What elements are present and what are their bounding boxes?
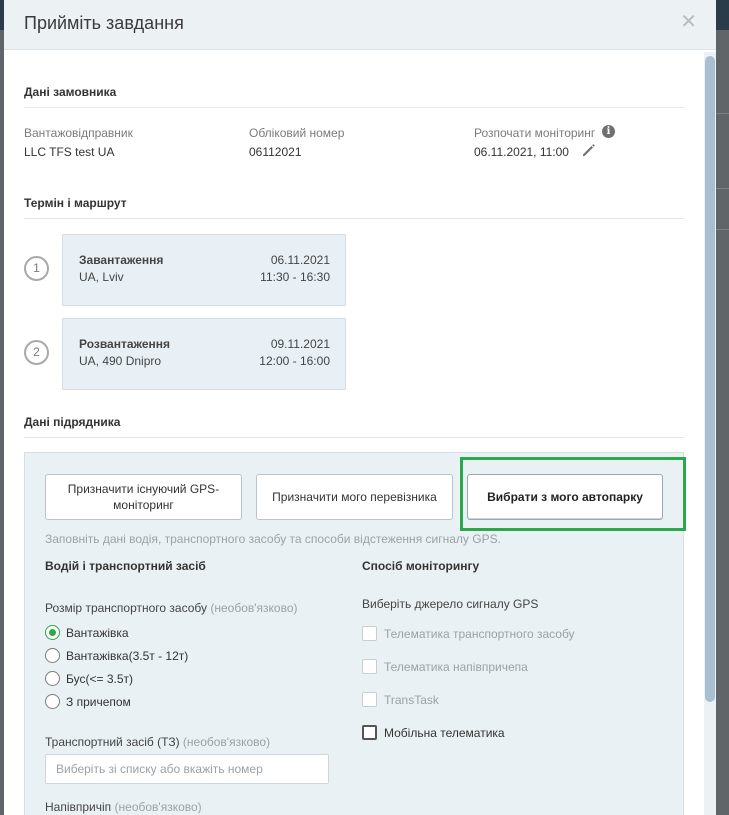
vehicle-input[interactable]	[45, 754, 329, 784]
background-divider	[716, 188, 729, 189]
checkbox-mobile-telematics[interactable]	[362, 725, 377, 740]
shipper-value: LLC TFS test UA	[24, 145, 115, 159]
background-divider	[716, 229, 729, 230]
form-hint: Заповніть дані водія, транспортного засо…	[45, 532, 501, 546]
stop-time: 11:30 - 16:30	[260, 270, 330, 284]
vehicle-label: Транспортний засіб (ТЗ) (необов'язково)	[45, 735, 271, 749]
selection-highlight	[460, 457, 686, 531]
radio-label: З причепом	[66, 695, 131, 709]
radio-truck-medium[interactable]	[45, 648, 60, 663]
stop-title: Завантаження	[79, 253, 164, 267]
step-number: 2	[24, 340, 49, 365]
checkbox-trailer-telematics[interactable]	[362, 659, 377, 674]
start-monitoring-label: Розпочати моніторинг	[474, 126, 596, 140]
stop-place: UA, Lviv	[79, 270, 124, 284]
section-title-contractor: Дані підрядника	[24, 415, 121, 429]
stop-card-loading: Завантаження UA, Lviv 06.11.2021 11:30 -…	[62, 234, 346, 306]
assign-carrier-button[interactable]: Призначити мого перевізника	[256, 474, 453, 520]
radio-label: Вантажівка(3.5т - 12т)	[66, 649, 189, 663]
section-title-route: Термін і маршрут	[24, 196, 127, 210]
trailer-label: Напівпричіп (необов'язково)	[45, 800, 202, 814]
stop-place: UA, 490 Dnipro	[79, 354, 162, 368]
stop-date: 06.11.2021	[270, 253, 330, 267]
modal-header: Прийміть завдання ✕	[4, 0, 716, 50]
gps-source-label: Виберіть джерело сигналу GPS	[362, 597, 539, 611]
checkbox-transtask[interactable]	[362, 692, 377, 707]
stop-date: 09.11.2021	[270, 337, 330, 351]
checkbox-vehicle-telematics[interactable]	[362, 626, 377, 641]
radio-truck[interactable]	[45, 625, 60, 640]
account-number-label: Обліковий номер	[249, 126, 345, 140]
section-title-customer: Дані замовника	[24, 85, 117, 99]
section-divider	[24, 218, 684, 219]
radio-with-trailer[interactable]	[45, 694, 60, 709]
radio-bus[interactable]	[45, 671, 60, 686]
stop-title: Розвантаження	[79, 337, 171, 351]
stop-time: 12:00 - 16:00	[259, 354, 330, 368]
start-monitoring-value: 06.11.2021, 11:00	[474, 145, 569, 159]
close-icon[interactable]: ✕	[680, 12, 697, 32]
vehicle-size-label: Розмір транспортного засобу (необов'язко…	[45, 601, 298, 615]
pencil-icon[interactable]	[580, 141, 598, 159]
accept-task-modal: Прийміть завдання ✕ Дані замовника Ванта…	[4, 0, 716, 815]
step-number: 1	[24, 256, 49, 281]
assign-gps-monitoring-button[interactable]: Призначити існуючий GPS-моніторинг	[45, 474, 242, 520]
modal-title: Прийміть завдання	[24, 13, 184, 33]
checkbox-label: TransTask	[384, 693, 439, 707]
stop-card-unloading: Розвантаження UA, 490 Dnipro 09.11.2021 …	[62, 318, 346, 390]
driver-vehicle-title: Водій і транспортний засіб	[45, 559, 206, 573]
section-divider	[24, 107, 684, 108]
account-number-value: 06112021	[249, 145, 302, 159]
radio-label: Бус(<= 3.5т)	[66, 672, 133, 686]
scrollbar-thumb[interactable]	[705, 56, 715, 702]
background-divider	[716, 113, 729, 114]
checkbox-label: Мобільна телематика	[384, 726, 505, 740]
info-icon[interactable]: i	[602, 125, 615, 138]
shipper-label: Вантажовідправник	[24, 126, 133, 140]
radio-label: Вантажівка	[66, 626, 129, 640]
checkbox-label: Телематика транспортного засобу	[384, 627, 575, 641]
checkbox-label: Телематика напівпричепа	[384, 660, 528, 674]
section-divider	[24, 437, 684, 438]
monitoring-method-title: Спосіб моніторингу	[362, 559, 480, 573]
